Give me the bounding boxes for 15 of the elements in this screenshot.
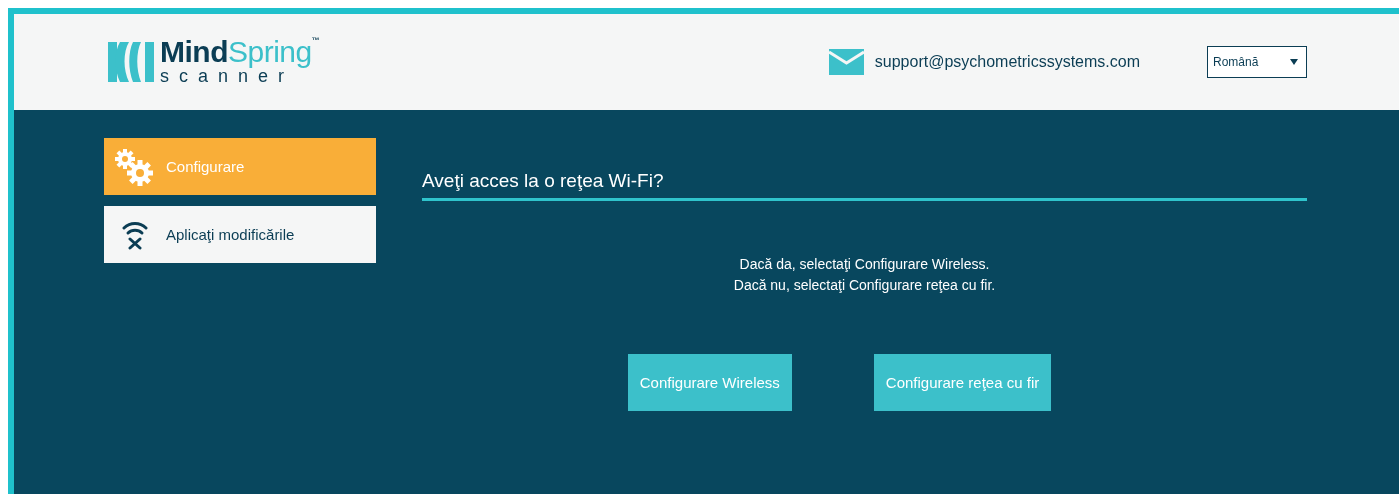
section-title: Aveţi acces la o reţea Wi-Fi? <box>422 170 1307 201</box>
logo-name-accent: Spring <box>228 37 312 68</box>
caret-icon <box>1290 59 1298 65</box>
support-email[interactable]: support@psychometricssystems.com <box>874 53 1140 71</box>
gears-icon <box>114 147 154 186</box>
instruction-text: Dacă nu, selectaţi Configurare reţea cu fir. <box>733 277 996 293</box>
sidebar-item[interactable]: Aplicaţi modificările <box>104 206 376 263</box>
trademark: ™ <box>311 37 320 46</box>
logo-name: Mind <box>160 37 228 68</box>
logo-subtitle: scanner <box>160 67 295 87</box>
language-select[interactable]: Română <box>1207 46 1307 78</box>
envelope-icon <box>828 49 864 75</box>
wifi-off-icon <box>122 219 148 250</box>
wave-stripes-icon <box>108 40 154 84</box>
instruction-text: Dacă da, selectaţi Configurare Wireless. <box>739 256 990 272</box>
